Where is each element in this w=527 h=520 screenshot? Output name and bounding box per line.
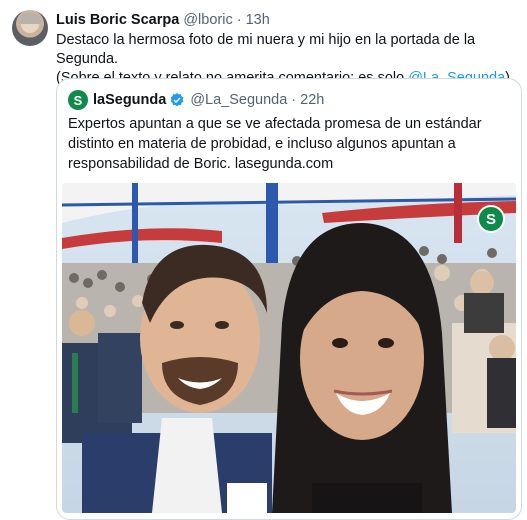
quoted-author-name[interactable]: laSegunda: [93, 92, 166, 108]
author-name[interactable]: Luis Boric Scarpa: [56, 12, 179, 28]
la-segunda-watermark-icon: S: [477, 205, 505, 233]
quoted-tweet-text: Expertos apuntan a que se ve afectada pr…: [68, 116, 482, 172]
dot-separator: ·: [291, 92, 297, 108]
tweet-time[interactable]: 13h: [246, 12, 270, 28]
quoted-tweet-card[interactable]: S laSegunda @La_Segunda · 22h Expertos a…: [56, 78, 522, 520]
quoted-tweet-time[interactable]: 22h: [300, 92, 324, 108]
dot-separator: ·: [236, 12, 242, 28]
selfie-photo-illustration: [62, 183, 516, 513]
tweet-text-line-1: Destaco la hermosa foto de mi nuera y mi…: [56, 32, 476, 67]
la-segunda-logo-icon[interactable]: S: [68, 90, 88, 110]
author-avatar[interactable]: [12, 10, 48, 46]
quoted-author-handle[interactable]: @La_Segunda: [190, 92, 287, 108]
author-handle[interactable]: @lboric: [183, 12, 232, 28]
verified-badge-icon: [170, 93, 184, 107]
quoted-tweet-header: S laSegunda @La_Segunda · 22h: [68, 90, 324, 110]
tweet-header: Luis Boric Scarpa @lboric · 13h: [56, 11, 270, 29]
quoted-tweet-photo[interactable]: S: [62, 183, 516, 513]
